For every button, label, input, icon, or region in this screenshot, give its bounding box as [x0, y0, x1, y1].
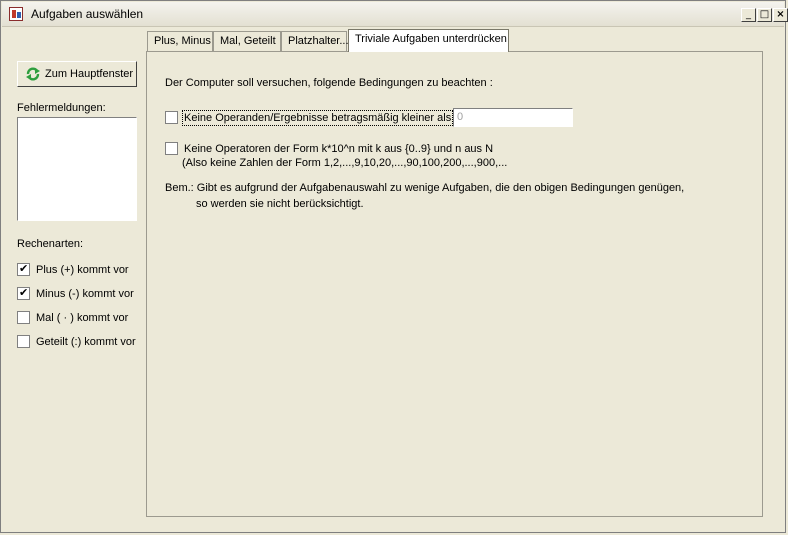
main-window: Aufgaben auswählen _ □ × Zum Hauptfenste…	[0, 0, 788, 533]
close-button[interactable]: ×	[773, 8, 788, 22]
note-line-1: Bem.: Gibt es aufgrund der Aufgabenauswa…	[165, 182, 685, 194]
checkbox-mal-box[interactable]	[17, 311, 30, 324]
minimize-button[interactable]: _	[741, 8, 756, 22]
tab-triviale-aufgaben[interactable]: Triviale Aufgaben unterdrücken	[348, 29, 509, 52]
option-no-powers-box[interactable]	[165, 142, 178, 155]
tab-plus-minus[interactable]: Plus, Minus	[147, 31, 213, 51]
checkbox-mal[interactable]: Mal ( · ) kommt vor	[17, 311, 128, 324]
checkbox-mal-label: Mal ( · ) kommt vor	[36, 311, 129, 324]
maximize-button[interactable]: □	[757, 8, 772, 22]
checkbox-geteilt[interactable]: Geteilt (:) kommt vor	[17, 335, 136, 348]
checkbox-geteilt-box[interactable]	[17, 335, 30, 348]
option-no-powers-hint: (Also keine Zahlen der Form 1,2,...,9,10…	[182, 157, 508, 169]
tab-mal-geteilt[interactable]: Mal, Geteilt	[213, 31, 281, 51]
errors-label: Fehlermeldungen:	[17, 102, 106, 114]
option-no-powers-label: Keine Operatoren der Form k*10^n mit k a…	[184, 142, 494, 155]
title-bar[interactable]: Aufgaben auswählen _ □ ×	[2, 2, 788, 27]
home-button[interactable]: Zum Hauptfenster	[17, 61, 137, 87]
checkbox-geteilt-label: Geteilt (:) kommt vor	[36, 335, 136, 348]
app-icon	[9, 7, 23, 21]
option-min-value-label: Keine Operanden/Ergebnisse betragsmäßig …	[181, 109, 454, 126]
checkbox-plus-label: Plus (+) kommt vor	[36, 263, 129, 276]
min-value-input[interactable]: 0	[453, 108, 573, 127]
tab-platzhalter[interactable]: Platzhalter...	[281, 31, 349, 51]
home-button-label: Zum Hauptfenster	[45, 68, 134, 80]
option-min-value-box[interactable]	[165, 111, 178, 124]
intro-text: Der Computer soll versuchen, folgende Be…	[165, 77, 493, 89]
option-no-powers[interactable]: Keine Operatoren der Form k*10^n mit k a…	[165, 142, 493, 155]
error-messages-list[interactable]	[17, 117, 137, 221]
checkbox-plus-box[interactable]	[17, 262, 30, 276]
checkbox-minus-box[interactable]	[17, 286, 30, 300]
checkbox-minus[interactable]: Minus (-) kommt vor	[17, 286, 134, 300]
checkbox-plus[interactable]: Plus (+) kommt vor	[17, 262, 129, 276]
window-title: Aufgaben auswählen	[31, 7, 144, 21]
note-line-2: so werden sie nicht berücksichtigt.	[196, 198, 364, 210]
option-min-value[interactable]: Keine Operanden/Ergebnisse betragsmäßig …	[165, 109, 454, 126]
refresh-icon	[26, 67, 40, 81]
checkbox-minus-label: Minus (-) kommt vor	[36, 287, 134, 300]
operations-label: Rechenarten:	[17, 238, 84, 250]
